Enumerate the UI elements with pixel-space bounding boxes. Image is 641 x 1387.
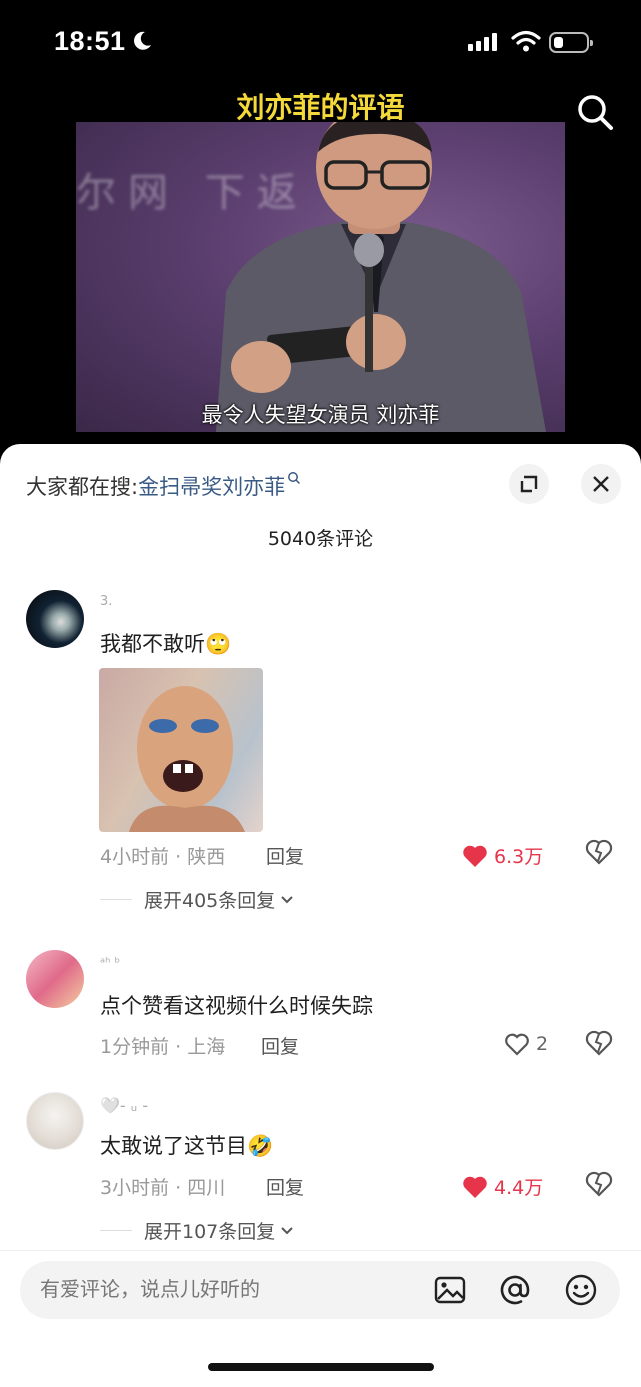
comment-username[interactable]: ᵃʰ ᵇ: [100, 956, 120, 971]
comment-count: 5040条评论: [267, 528, 374, 550]
home-indicator[interactable]: [208, 1363, 434, 1371]
wifi-icon: [511, 30, 541, 52]
reply-button[interactable]: 回复: [261, 1032, 299, 1059]
comments-sheet: 大家都在搜:金扫帚奖刘亦菲 5040条评论 3. 我都不敢听🙄 4小时前 · 陕…: [0, 444, 641, 1387]
expand-replies[interactable]: 展开107条回复: [100, 1217, 295, 1244]
chevron-down-icon: [281, 1226, 293, 1234]
expand-button[interactable]: [509, 464, 549, 504]
comment-input[interactable]: [40, 1277, 420, 1301]
moon-icon: [134, 31, 151, 50]
close-button[interactable]: [581, 464, 621, 504]
expand-replies-label: 展开107条回复: [144, 1221, 276, 1243]
image-icon[interactable]: [433, 1273, 467, 1307]
like-button[interactable]: 6.3万: [462, 842, 543, 869]
comment-meta: 3小时前 · 四川: [100, 1177, 226, 1199]
comment-text: 太敢说了这节目🤣: [100, 1130, 273, 1160]
heart-filled-icon: [463, 845, 487, 867]
meme-face: [129, 686, 245, 832]
status-time: 18:51: [54, 26, 126, 56]
signal-icon: [468, 33, 500, 51]
reply-button[interactable]: 回复: [266, 842, 304, 869]
expand-replies[interactable]: 展开405条回复: [100, 886, 295, 913]
video-player[interactable]: 尔网 下返 最令人失望女演员 刘亦菲: [76, 122, 565, 432]
comment-input-container[interactable]: [20, 1261, 620, 1319]
search-small-icon: [288, 472, 301, 485]
like-button[interactable]: 2: [504, 1032, 548, 1056]
at-mention-icon[interactable]: [498, 1273, 532, 1307]
heart-filled-icon: [463, 1176, 487, 1198]
comment-username[interactable]: 🤍- ᵤ -: [100, 1096, 148, 1115]
comment-meta: 1分钟前 · 上海: [100, 1036, 226, 1058]
video-subtitle: 最令人失望女演员 刘亦菲: [201, 403, 440, 427]
avatar[interactable]: [26, 590, 84, 648]
like-count: 2: [536, 1033, 549, 1055]
search-icon[interactable]: [573, 90, 617, 134]
speaker-figure: [216, 122, 546, 432]
heart-outline-icon: [505, 1033, 529, 1056]
like-button[interactable]: 4.4万: [462, 1173, 543, 1200]
emoji-rofl: 🤣: [247, 1134, 274, 1158]
trending-search[interactable]: 大家都在搜:金扫帚奖刘亦菲: [26, 471, 301, 501]
status-bar: 18:51: [0, 0, 641, 88]
video-title: 刘亦菲的评语: [236, 91, 405, 124]
comment-image[interactable]: [99, 668, 263, 832]
expand-replies-label: 展开405条回复: [144, 890, 276, 912]
comment-text-body: 我都不敢听: [100, 632, 205, 656]
expand-icon: [520, 475, 538, 493]
chevron-down-icon: [281, 895, 293, 903]
comment-input-bar: [0, 1250, 641, 1387]
like-count: 6.3万: [494, 846, 544, 868]
comment-meta: 4小时前 · 陕西: [100, 846, 226, 868]
like-count: 4.4万: [494, 1177, 544, 1199]
dislike-icon[interactable]: [585, 1029, 613, 1057]
trending-query[interactable]: 金扫帚奖刘亦菲: [138, 475, 285, 499]
dislike-icon[interactable]: [585, 1170, 613, 1198]
emoji-rolleyes: 🙄: [205, 632, 232, 656]
comment-username[interactable]: 3.: [100, 594, 112, 609]
dislike-icon[interactable]: [585, 838, 613, 866]
trending-label: 大家都在搜:: [26, 475, 139, 499]
avatar[interactable]: [26, 950, 84, 1008]
comment-text: 点个赞看这视频什么时候失踪: [100, 994, 373, 1018]
reply-button[interactable]: 回复: [266, 1173, 304, 1200]
close-icon: [593, 476, 609, 492]
comment-text-body: 太敢说了这节目: [100, 1134, 247, 1158]
emoji-icon[interactable]: [564, 1273, 598, 1307]
avatar[interactable]: [26, 1092, 84, 1150]
comment-text: 我都不敢听🙄: [100, 628, 231, 658]
battery-icon: [549, 32, 593, 53]
